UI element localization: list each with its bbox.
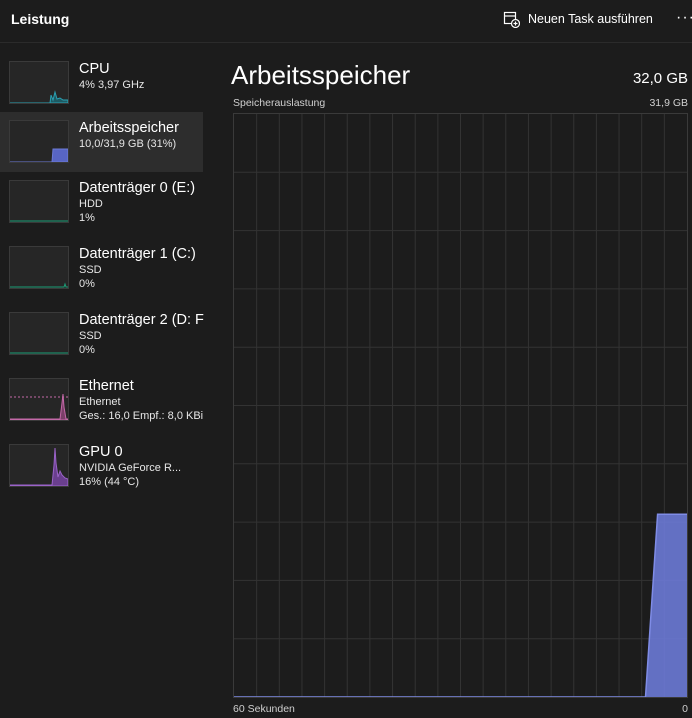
sidebar-item-detail: 4% 3,97 GHz (79, 79, 145, 91)
sidebar-item-model: NVIDIA GeForce R... (79, 462, 182, 474)
more-options-button[interactable]: ··· (676, 9, 692, 27)
sidebar-item-usage: 0% (79, 344, 95, 356)
memory-usage-graph (233, 113, 688, 698)
sidebar-item-ethernet[interactable]: Ethernet Ethernet Ges.: 16,0 Empf.: 8,0 … (0, 370, 203, 430)
cpu-mini-graph (9, 61, 69, 104)
disk-1-mini-graph (9, 246, 69, 289)
new-task-icon (503, 11, 521, 28)
gpu-0-mini-graph-svg (10, 447, 68, 486)
sidebar-item-disk-2[interactable]: Datenträger 2 (D: F SSD 0% (0, 304, 204, 364)
memory-mini-graph (9, 120, 69, 163)
usage-graph-max: 31,9 GB (649, 97, 688, 109)
memory-total: 32,0 GB (632, 70, 688, 87)
sidebar-item-usage: 1% (79, 212, 95, 224)
disk-0-mini-graph-svg (10, 220, 68, 222)
sidebar-item-title: CPU (79, 61, 110, 77)
sidebar-item-adapter: Ethernet (79, 396, 121, 408)
sidebar-item-type: SSD (79, 330, 102, 342)
disk-2-mini-graph-svg (10, 352, 68, 354)
memory-mini-graph-svg (10, 148, 68, 162)
sidebar-item-title: Datenträger 1 (C:) (79, 246, 196, 262)
memory-usage-graph-svg (234, 114, 687, 698)
gpu-0-mini-graph (9, 444, 69, 487)
sidebar-item-usage: 16% (44 °C) (79, 476, 140, 488)
sidebar-item-usage: 0% (79, 278, 95, 290)
disk-0-mini-graph (9, 180, 69, 223)
title-bar: Leistung Neuen Task ausführen ··· (0, 0, 692, 43)
sidebar-item-throughput: Ges.: 16,0 Empf.: 8,0 KBi (79, 410, 204, 422)
sidebar-item-cpu[interactable]: CPU 4% 3,97 GHz (0, 53, 203, 113)
sidebar: CPU 4% 3,97 GHz Arbeitsspeicher 10,0/31,… (0, 43, 210, 718)
x-axis-end-label: 0 (682, 703, 688, 715)
ethernet-mini-graph (9, 378, 69, 421)
detail-title: Arbeitsspeicher (231, 60, 411, 90)
ethernet-mini-graph-svg (10, 393, 68, 420)
sidebar-item-disk-1[interactable]: Datenträger 1 (C:) SSD 0% (0, 238, 203, 298)
sidebar-item-disk-0[interactable]: Datenträger 0 (E:) HDD 1% (0, 172, 203, 232)
x-axis-start-label: 60 Sekunden (233, 703, 295, 715)
sidebar-item-gpu-0[interactable]: GPU 0 NVIDIA GeForce R... 16% (44 °C) (0, 436, 203, 496)
run-new-task-button[interactable]: Neuen Task ausführen (503, 8, 653, 30)
page-title: Leistung (11, 11, 70, 27)
sidebar-item-type: HDD (79, 198, 103, 210)
sidebar-item-type: SSD (79, 264, 102, 276)
sidebar-item-title: Ethernet (79, 378, 134, 394)
run-new-task-label: Neuen Task ausführen (528, 12, 653, 26)
disk-1-mini-graph-svg (10, 282, 68, 288)
disk-2-mini-graph (9, 312, 69, 355)
sidebar-item-title: Datenträger 2 (D: F (79, 312, 204, 328)
sidebar-item-title: Datenträger 0 (E:) (79, 180, 196, 196)
sidebar-item-memory[interactable]: Arbeitsspeicher 10,0/31,9 GB (31%) (0, 112, 203, 172)
sidebar-item-detail: 10,0/31,9 GB (31%) (79, 138, 177, 150)
usage-graph-label: Speicherauslastung (233, 97, 326, 109)
sidebar-item-title: GPU 0 (79, 444, 123, 460)
cpu-mini-graph-svg (10, 90, 68, 103)
sidebar-item-title: Arbeitsspeicher (79, 120, 179, 136)
